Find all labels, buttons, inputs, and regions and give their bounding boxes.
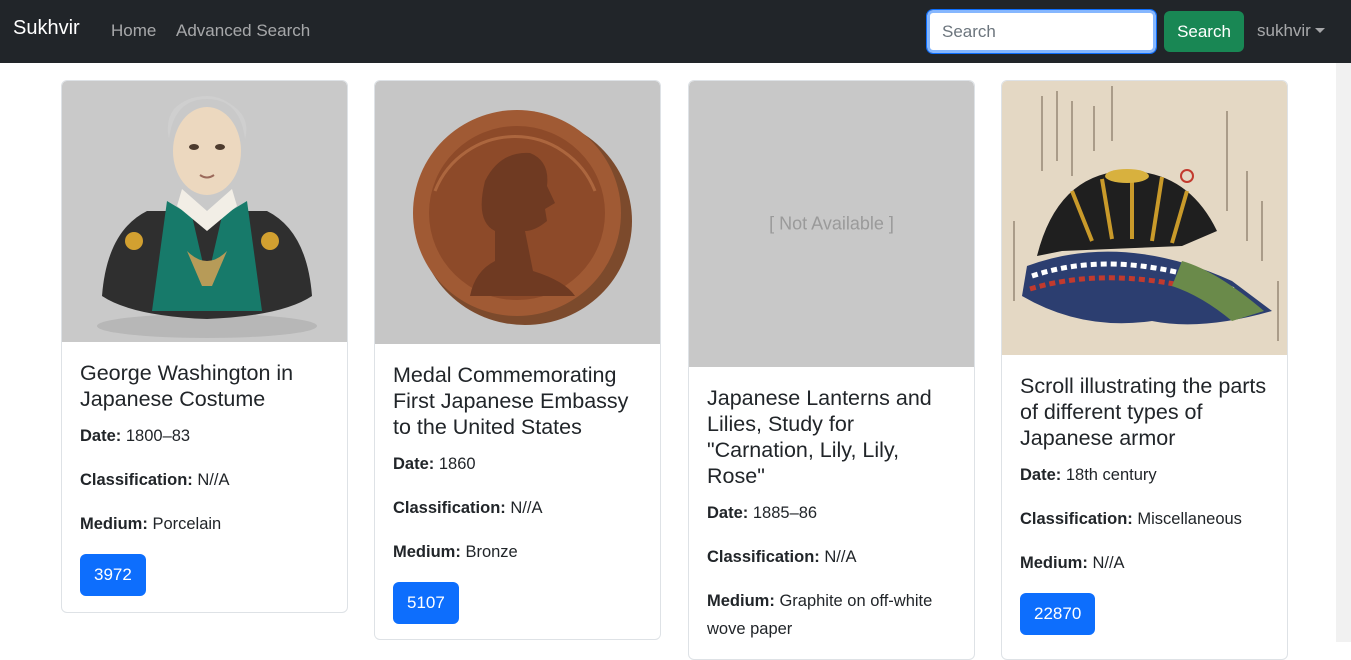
user-name: sukhvir <box>1257 21 1311 40</box>
artwork-image[interactable] <box>1002 81 1287 355</box>
date-label: Date: <box>80 427 122 445</box>
date-value: 1860 <box>438 455 476 473</box>
card-body: Scroll illustrating the parts of differe… <box>1002 355 1287 653</box>
date-value: 1800–83 <box>125 427 191 445</box>
medium-value: Bronze <box>465 543 518 561</box>
artwork-card: [ Not Available ] Japanese Lanterns and … <box>688 80 975 660</box>
search-input[interactable] <box>926 9 1157 54</box>
artwork-image-placeholder[interactable]: [ Not Available ] <box>689 81 974 367</box>
medium-label: Medium: <box>707 592 775 610</box>
medium-value: N//A <box>1092 554 1125 572</box>
classification-value: N//A <box>824 548 857 566</box>
classification-value: N//A <box>510 499 543 517</box>
object-id-button[interactable]: 22870 <box>1020 593 1096 635</box>
classification-field: Classification: N//A <box>80 466 329 494</box>
classification-label: Classification: <box>707 548 820 566</box>
medium-value: Porcelain <box>152 515 222 533</box>
user-menu-dropdown[interactable]: sukhvir <box>1257 21 1325 41</box>
medium-field: Medium: N//A <box>1020 549 1269 577</box>
medal-illustration <box>375 81 660 344</box>
brand-link[interactable]: Sukhvir <box>13 17 80 40</box>
bust-illustration <box>62 81 347 342</box>
classification-field: Classification: N//A <box>707 543 956 571</box>
date-field: Date: 1860 <box>393 450 642 478</box>
artwork-card: George Washington in Japanese Costume Da… <box>61 80 348 613</box>
date-label: Date: <box>1020 466 1062 484</box>
artwork-image[interactable] <box>62 81 347 342</box>
date-label: Date: <box>707 504 749 522</box>
search-button[interactable]: Search <box>1164 11 1244 52</box>
medium-field: Medium: Graphite on off-white wove paper <box>707 587 956 643</box>
date-value: 1885–86 <box>752 504 818 522</box>
medium-label: Medium: <box>1020 554 1088 572</box>
artwork-card: Medal Commemorating First Japanese Embas… <box>374 80 661 640</box>
navbar: Sukhvir Home Advanced Search Search sukh… <box>0 0 1351 63</box>
medium-field: Medium: Porcelain <box>80 510 329 538</box>
artwork-title: Scroll illustrating the parts of differe… <box>1020 374 1267 450</box>
date-label: Date: <box>393 455 435 473</box>
classification-value: Miscellaneous <box>1137 510 1242 528</box>
medium-label: Medium: <box>80 515 148 533</box>
nav-advanced-search-link[interactable]: Advanced Search <box>176 21 310 41</box>
date-field: Date: 1800–83 <box>80 422 329 450</box>
card-body: Medal Commemorating First Japanese Embas… <box>375 344 660 639</box>
nav-home-link[interactable]: Home <box>111 21 156 41</box>
card-body: George Washington in Japanese Costume Da… <box>62 342 347 612</box>
object-id-button[interactable]: 5107 <box>393 582 459 624</box>
artwork-title: Medal Commemorating First Japanese Embas… <box>393 363 629 439</box>
artwork-card: Scroll illustrating the parts of differe… <box>1001 80 1288 660</box>
medium-label: Medium: <box>393 543 461 561</box>
medium-field: Medium: Bronze <box>393 538 642 566</box>
page-scrollbar[interactable] <box>1336 63 1351 642</box>
date-field: Date: 1885–86 <box>707 499 956 527</box>
armor-scroll-illustration <box>1002 81 1287 355</box>
classification-value: N//A <box>197 471 230 489</box>
artwork-title: George Washington in Japanese Costume <box>80 361 294 411</box>
artwork-title: Japanese Lanterns and Lilies, Study for … <box>707 386 932 488</box>
image-not-available-text: [ Not Available ] <box>769 213 894 234</box>
date-value: 18th century <box>1065 466 1157 484</box>
object-id-button[interactable]: 3972 <box>80 554 146 596</box>
card-body: Japanese Lanterns and Lilies, Study for … <box>689 367 974 643</box>
classification-label: Classification: <box>80 471 193 489</box>
classification-label: Classification: <box>393 499 506 517</box>
classification-label: Classification: <box>1020 510 1133 528</box>
artwork-image[interactable] <box>375 81 660 344</box>
date-field: Date: 18th century <box>1020 461 1269 489</box>
caret-down-icon <box>1314 28 1325 33</box>
classification-field: Classification: Miscellaneous <box>1020 505 1269 533</box>
classification-field: Classification: N//A <box>393 494 642 522</box>
